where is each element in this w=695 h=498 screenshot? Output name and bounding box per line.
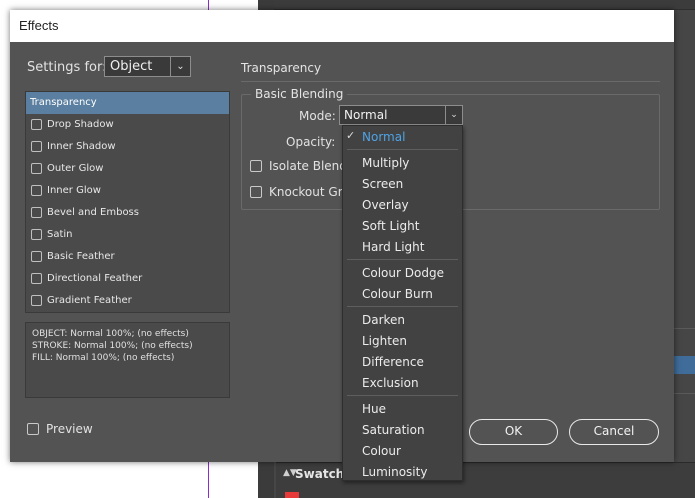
effect-checkbox[interactable] <box>31 163 42 174</box>
menu-separator <box>347 395 458 396</box>
menu-item-label: Hard Light <box>362 240 425 254</box>
effect-label: Transparency <box>30 97 97 108</box>
effect-checkbox[interactable] <box>31 141 42 152</box>
cancel-button[interactable]: Cancel <box>569 419 659 445</box>
menu-item-label: Normal <box>362 130 406 144</box>
ok-button[interactable]: OK <box>469 419 558 445</box>
effect-checkbox[interactable] <box>31 229 42 240</box>
menu-item-hard-light[interactable]: Hard Light <box>343 237 462 257</box>
menu-item-lighten[interactable]: Lighten <box>343 331 462 351</box>
effect-checkbox[interactable] <box>31 119 42 130</box>
title-bar[interactable]: Effects <box>10 10 674 42</box>
menu-item-label: Colour Dodge <box>362 266 444 280</box>
blend-mode-menu: ✓ Normal Multiply Screen Overlay Soft Li… <box>342 125 463 481</box>
menu-item-exclusion[interactable]: Exclusion <box>343 373 462 393</box>
effect-checkbox[interactable] <box>31 251 42 262</box>
menu-item-difference[interactable]: Difference <box>343 352 462 372</box>
isolate-blending-checkbox[interactable] <box>250 160 262 172</box>
effect-checkbox[interactable] <box>31 185 42 196</box>
effect-item-bevel-and-emboss[interactable]: Bevel and Emboss <box>26 202 229 224</box>
menu-item-saturation[interactable]: Saturation <box>343 420 462 440</box>
menu-item-hue[interactable]: Hue <box>343 399 462 419</box>
menu-separator <box>347 149 458 150</box>
menu-item-darken[interactable]: Darken <box>343 310 462 330</box>
effect-item-inner-shadow[interactable]: Inner Shadow <box>26 136 229 158</box>
effect-item-inner-glow[interactable]: Inner Glow <box>26 180 229 202</box>
mode-value: Normal <box>344 108 388 122</box>
settings-for-value: Object <box>110 59 153 74</box>
summary-line-stroke: STROKE: Normal 100%; (no effects) <box>32 341 193 351</box>
knockout-group-checkbox[interactable] <box>250 186 262 198</box>
menu-item-label: Colour <box>362 444 401 458</box>
effects-list: Transparency Drop Shadow Inner Shadow Ou… <box>25 91 230 313</box>
menu-item-colour[interactable]: Colour <box>343 441 462 461</box>
effect-label: Gradient Feather <box>47 295 132 306</box>
effect-checkbox[interactable] <box>31 207 42 218</box>
mode-label: Mode: <box>299 109 336 123</box>
effect-item-satin[interactable]: Satin <box>26 224 229 246</box>
section-divider <box>241 81 660 82</box>
chevron-down-icon[interactable]: ⌄ <box>170 57 190 76</box>
menu-item-overlay[interactable]: Overlay <box>343 195 462 215</box>
mode-select[interactable]: Normal ⌄ <box>339 105 463 125</box>
effect-label: Directional Feather <box>47 273 143 284</box>
menu-separator <box>347 259 458 260</box>
settings-for-select[interactable]: Object ⌄ <box>104 56 191 77</box>
menu-item-label: Luminosity <box>362 465 428 479</box>
menu-separator <box>347 306 458 307</box>
effect-item-directional-feather[interactable]: Directional Feather <box>26 268 229 290</box>
section-title: Transparency <box>241 61 322 75</box>
panel-dock-header <box>274 0 695 10</box>
menu-item-screen[interactable]: Screen <box>343 174 462 194</box>
panel-divider <box>672 328 695 329</box>
effect-item-drop-shadow[interactable]: Drop Shadow <box>26 114 229 136</box>
panel-divider <box>672 393 695 394</box>
summary-line-fill: FILL: Normal 100%; (no effects) <box>32 353 175 363</box>
menu-item-label: Lighten <box>362 334 407 348</box>
menu-item-label: Difference <box>362 355 424 369</box>
effect-label: Inner Shadow <box>47 141 116 152</box>
effect-item-outer-glow[interactable]: Outer Glow <box>26 158 229 180</box>
preview-label[interactable]: Preview <box>46 422 93 436</box>
isolate-blending-label[interactable]: Isolate Blend <box>269 159 347 173</box>
menu-item-label: Multiply <box>362 156 410 170</box>
menu-item-label: Overlay <box>362 198 409 212</box>
effect-label: Drop Shadow <box>47 119 114 130</box>
swatch-chip[interactable] <box>285 492 299 498</box>
menu-item-label: Colour Burn <box>362 287 433 301</box>
menu-item-normal[interactable]: ✓ Normal <box>343 127 462 147</box>
menu-item-label: Screen <box>362 177 404 191</box>
menu-item-label: Saturation <box>362 423 425 437</box>
preview-checkbox[interactable] <box>27 423 39 435</box>
effect-checkbox[interactable] <box>31 295 42 306</box>
chevron-down-icon[interactable]: ⌄ <box>445 106 462 124</box>
menu-item-colour-dodge[interactable]: Colour Dodge <box>343 263 462 283</box>
panel-selected-row[interactable] <box>672 356 695 374</box>
effect-label: Basic Feather <box>47 251 115 262</box>
menu-item-label: Exclusion <box>362 376 419 390</box>
menu-item-label: Hue <box>362 402 387 416</box>
effect-label: Outer Glow <box>47 163 104 174</box>
menu-item-colour-burn[interactable]: Colour Burn <box>343 284 462 304</box>
dialog-title: Effects <box>19 18 59 33</box>
summary-line-object: OBJECT: Normal 100%; (no effects) <box>32 329 189 339</box>
effect-item-transparency[interactable]: Transparency <box>26 92 229 114</box>
opacity-label: Opacity: <box>286 135 336 149</box>
effect-item-basic-feather[interactable]: Basic Feather <box>26 246 229 268</box>
menu-item-multiply[interactable]: Multiply <box>343 153 462 173</box>
basic-blending-label: Basic Blending <box>251 87 348 101</box>
effect-label: Inner Glow <box>47 185 101 196</box>
effect-label: Bevel and Emboss <box>47 207 139 218</box>
checkmark-icon: ✓ <box>346 129 356 142</box>
effect-item-gradient-feather[interactable]: Gradient Feather <box>26 290 229 312</box>
menu-item-label: Darken <box>362 313 406 327</box>
menu-item-soft-light[interactable]: Soft Light <box>343 216 462 236</box>
effect-checkbox[interactable] <box>31 273 42 284</box>
settings-for-label: Settings for: <box>27 60 107 75</box>
effects-summary: OBJECT: Normal 100%; (no effects) STROKE… <box>25 322 230 398</box>
menu-item-label: Soft Light <box>362 219 420 233</box>
effect-label: Satin <box>47 229 73 240</box>
knockout-group-label[interactable]: Knockout Gr <box>269 185 343 199</box>
menu-item-luminosity[interactable]: Luminosity <box>343 462 462 482</box>
